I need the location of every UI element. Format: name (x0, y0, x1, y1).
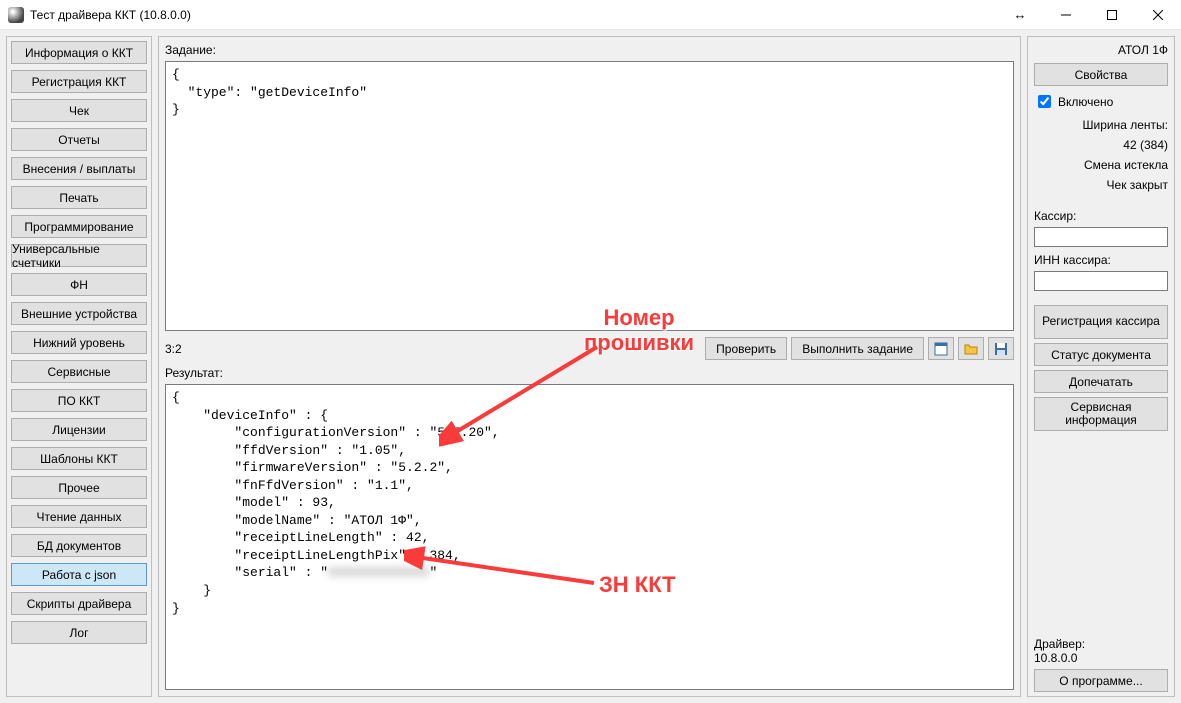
app-icon (8, 7, 24, 23)
task-toolbar: 3:2 Проверить Выполнить задание (165, 337, 1014, 360)
receipt-status: Чек закрыт (1034, 177, 1168, 193)
driver-label: Драйвер: (1034, 637, 1168, 651)
result-label: Результат: (165, 366, 1014, 380)
register-cashier-button[interactable]: Регистрация кассира (1034, 305, 1168, 339)
cashier-input[interactable] (1034, 227, 1168, 247)
sidebar-item-2[interactable]: Чек (11, 99, 147, 122)
cashier-inn-label: ИНН кассира: (1034, 251, 1168, 267)
sidebar-item-0[interactable]: Информация о ККТ (11, 41, 147, 64)
driver-version: 10.8.0.0 (1034, 651, 1168, 665)
sidebar-item-15[interactable]: Прочее (11, 476, 147, 499)
result-output[interactable]: { "deviceInfo" : { "configurationVersion… (165, 384, 1014, 690)
sidebar-item-8[interactable]: ФН (11, 273, 147, 296)
new-file-icon (934, 342, 948, 356)
maximize-icon (1107, 10, 1117, 20)
sidebar-item-12[interactable]: ПО ККТ (11, 389, 147, 412)
save-icon (994, 342, 1008, 356)
reprint-button[interactable]: Допечатать (1034, 370, 1168, 393)
run-task-button[interactable]: Выполнить задание (791, 337, 924, 360)
close-icon (1153, 10, 1163, 20)
enabled-checkbox[interactable]: Включено (1034, 90, 1168, 113)
sidebar-item-13[interactable]: Лицензии (11, 418, 147, 441)
sidebar-item-18[interactable]: Работа с json (11, 563, 147, 586)
service-info-button[interactable]: Сервисная информация (1034, 397, 1168, 431)
task-label: Задание: (165, 43, 1014, 57)
sidebar-item-5[interactable]: Печать (11, 186, 147, 209)
sidebar-item-17[interactable]: БД документов (11, 534, 147, 557)
sidebar-item-19[interactable]: Скрипты драйвера (11, 592, 147, 615)
sidebar-item-1[interactable]: Регистрация ККТ (11, 70, 147, 93)
properties-button[interactable]: Свойства (1034, 63, 1168, 86)
sidebar-item-10[interactable]: Нижний уровень (11, 331, 147, 354)
new-file-button[interactable] (928, 337, 954, 360)
cashier-inn-input[interactable] (1034, 271, 1168, 291)
sidebar-item-3[interactable]: Отчеты (11, 128, 147, 151)
sidebar-item-14[interactable]: Шаблоны ККТ (11, 447, 147, 470)
minimize-button[interactable] (1043, 0, 1089, 30)
main-panel: Задание: { "type": "getDeviceInfo" } 3:2… (158, 36, 1021, 697)
titlebar: Тест драйвера ККТ (10.8.0.0) ↔ (0, 0, 1181, 30)
save-file-button[interactable] (988, 337, 1014, 360)
close-button[interactable] (1135, 0, 1181, 30)
cursor-position: 3:2 (165, 342, 182, 356)
sidebar-item-4[interactable]: Внесения / выплаты (11, 157, 147, 180)
sidebar-item-11[interactable]: Сервисные (11, 360, 147, 383)
sidebar-item-16[interactable]: Чтение данных (11, 505, 147, 528)
tape-width-value: 42 (384) (1034, 137, 1168, 153)
doc-status-button[interactable]: Статус документа (1034, 343, 1168, 366)
sidebar-item-7[interactable]: Универсальные счетчики (11, 244, 147, 267)
folder-icon (964, 342, 978, 356)
window-title: Тест драйвера ККТ (10.8.0.0) (30, 8, 191, 22)
sidebar: Информация о ККТ Регистрация ККТ Чек Отчеты… (6, 36, 152, 697)
cashier-label: Кассир: (1034, 207, 1168, 223)
sidebar-item-9[interactable]: Внешние устройства (11, 302, 147, 325)
enabled-label: Включено (1058, 95, 1113, 109)
open-file-button[interactable] (958, 337, 984, 360)
device-name: АТОЛ 1Ф (1034, 41, 1168, 59)
task-input[interactable]: { "type": "getDeviceInfo" } (165, 61, 1014, 331)
resize-indicator: ↔ (997, 7, 1043, 22)
minimize-icon (1061, 10, 1071, 20)
sidebar-item-6[interactable]: Программирование (11, 215, 147, 238)
right-panel: АТОЛ 1Ф Свойства Включено Ширина ленты: … (1027, 36, 1175, 697)
sidebar-item-20[interactable]: Лог (11, 621, 147, 644)
maximize-button[interactable] (1089, 0, 1135, 30)
shift-status: Смена истекла (1034, 157, 1168, 173)
enabled-checkbox-input[interactable] (1038, 95, 1051, 108)
about-button[interactable]: О программе... (1034, 669, 1168, 692)
tape-width-label: Ширина ленты: (1034, 117, 1168, 133)
check-button[interactable]: Проверить (705, 337, 787, 360)
